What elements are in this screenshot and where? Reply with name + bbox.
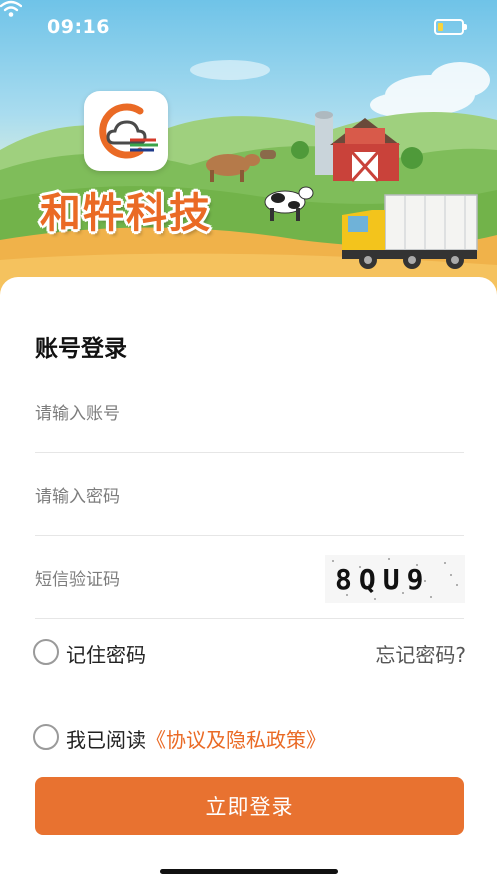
status-bar: 09:16 [0,0,497,56]
login-title: 账号登录 [35,336,127,362]
agreement-label: 我已阅读《协议及隐私政策》 [66,724,326,753]
remember-label[interactable]: 记住密码 [66,639,146,668]
agree-radio[interactable] [33,724,59,750]
sms-code-field: 8QU9 [35,537,465,619]
login-card: 账号登录 8QU9 记住密码 忘记密码? 我已阅读《协议 [0,277,497,883]
app-name: 和牪科技 [40,189,212,237]
hero-banner: 09:16 和牪科技 [0,0,497,300]
agreement-row: 我已阅读《协议及隐私政策》 [33,722,466,752]
remember-radio[interactable] [33,639,59,665]
account-input[interactable] [35,397,315,431]
battery-level [438,23,443,31]
home-indicator [160,869,338,874]
forgot-password-link[interactable]: 忘记密码? [375,639,466,668]
sms-code-input[interactable] [35,563,315,597]
battery-icon [434,19,467,35]
captcha-text: 8QU9 [335,563,431,596]
cloud-shape [190,60,490,117]
login-button[interactable]: 立即登录 [35,777,464,835]
wifi-icon [0,0,22,17]
agree-prefix: 我已阅读 [66,728,146,752]
account-field [35,371,464,453]
cloud-logo-icon [84,91,168,171]
policy-link[interactable]: 《协议及隐私政策》 [146,728,326,752]
password-field [35,454,464,536]
remember-row: 记住密码 忘记密码? [33,637,466,667]
status-time: 09:16 [47,16,110,38]
password-input[interactable] [35,480,315,514]
captcha-image[interactable]: 8QU9 [325,555,465,603]
